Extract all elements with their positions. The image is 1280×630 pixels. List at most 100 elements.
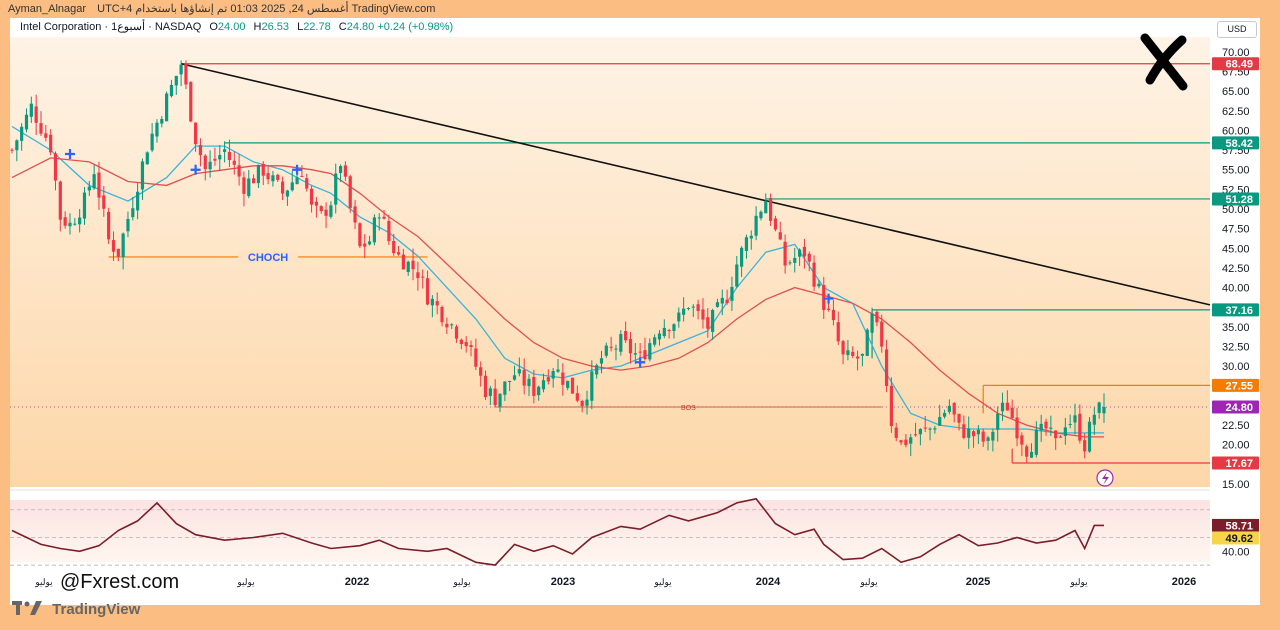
candle-body [508, 380, 512, 382]
candle-body [976, 429, 980, 435]
candle-body [855, 356, 860, 359]
time-tick: 2024 [756, 576, 781, 588]
candle-body [411, 260, 415, 270]
footer-brand: TradingView [12, 601, 140, 619]
candle-body [851, 351, 855, 356]
time-tick: 2023 [551, 576, 575, 588]
candle-body [324, 209, 328, 216]
candle-body [179, 64, 183, 75]
candle-body [1025, 446, 1029, 457]
time-tick: يوليو [452, 577, 471, 588]
candle-body [459, 339, 463, 344]
candle-body [836, 322, 840, 342]
candle-body [271, 175, 275, 182]
candle-body [503, 381, 507, 395]
candle-body [165, 93, 169, 122]
candle-body [169, 84, 174, 97]
symbol-legend[interactable]: Intel Corporation · 1أسبوع · NASDAQ O24.… [20, 20, 453, 33]
candle-body [445, 323, 449, 328]
low-value: 22.78 [303, 21, 331, 33]
rsi-tick: 40.00 [1222, 546, 1250, 558]
candle-body [996, 413, 1000, 430]
time-tick: يوليو [859, 577, 878, 588]
candle-body [706, 317, 710, 329]
candle-body [725, 299, 729, 304]
candle-body [479, 367, 483, 376]
candle-body [464, 341, 468, 347]
price-tick: 32.50 [1222, 342, 1250, 354]
price-label: 17.67 [1225, 458, 1253, 470]
candle-body [759, 211, 763, 219]
candle-body [203, 155, 207, 170]
candle-body [609, 346, 613, 348]
candle-body [358, 223, 362, 247]
candle-body [1097, 402, 1101, 413]
candle-body [807, 253, 811, 262]
candle-body [899, 440, 903, 443]
candle-body [894, 427, 898, 438]
candle-body [1058, 436, 1063, 438]
candle-body [817, 283, 821, 287]
candle-body [648, 343, 652, 360]
candle-body [493, 388, 497, 406]
candle-body [532, 376, 536, 396]
candle-body [198, 144, 203, 156]
candle-body [1092, 414, 1096, 425]
candle-body [416, 272, 420, 279]
candle-body [285, 190, 290, 197]
tradingview-logo-icon [12, 601, 42, 619]
candle-body [754, 215, 758, 236]
candle-body [87, 186, 91, 191]
symbol-title: Intel Corporation · 1أسبوع · NASDAQ [20, 21, 202, 33]
candle-body [643, 350, 647, 360]
candle-body [619, 334, 623, 352]
candle-body [614, 348, 618, 350]
candle-body [884, 349, 889, 387]
candle-body [633, 353, 637, 355]
candle-body [749, 235, 753, 239]
candle-body [967, 428, 971, 438]
price-tick: 65.00 [1222, 86, 1250, 98]
candle-body [696, 304, 700, 312]
price-tick: 70.00 [1222, 47, 1250, 59]
candle-body [309, 188, 314, 205]
candle-body [918, 428, 922, 435]
choch-label: CHOCH [248, 252, 288, 264]
currency-button[interactable]: USD [1217, 21, 1257, 38]
candle-body [1039, 423, 1043, 431]
candle-body [662, 327, 666, 336]
price-tick: 62.50 [1222, 106, 1250, 118]
candle-body [232, 160, 236, 165]
candle-body [812, 262, 816, 287]
candle-body [247, 178, 251, 197]
candle-body [63, 217, 67, 226]
candle-body [638, 351, 642, 353]
candle-body [793, 257, 797, 263]
candle-body [194, 122, 198, 145]
candle-body [870, 313, 874, 333]
candle-body [189, 82, 193, 122]
candle-body [387, 220, 391, 242]
candle-body [1010, 407, 1014, 418]
candle-body [29, 103, 33, 117]
candle-body [797, 249, 802, 257]
candle-body [126, 218, 130, 232]
price-label: 51.28 [1225, 194, 1253, 206]
candle-body [585, 399, 589, 406]
candle-body [682, 308, 686, 315]
candle-body [223, 149, 227, 152]
candle-body [261, 163, 265, 176]
candle-body [392, 240, 396, 254]
candle-body [102, 195, 106, 209]
price-chart[interactable]: CHOCHBOS 15.0017.5020.0022.5025.0027.503… [0, 0, 1280, 630]
open-label: O [209, 21, 218, 33]
candle-body [841, 341, 845, 355]
candle-body [34, 106, 38, 123]
candle-body [107, 211, 111, 240]
candle-body [116, 248, 120, 257]
lightning-icon[interactable] [1096, 469, 1114, 487]
candle-body [1005, 402, 1009, 411]
candle-body [20, 126, 24, 141]
candle-body [604, 345, 608, 356]
open-value: 24.00 [217, 21, 246, 33]
